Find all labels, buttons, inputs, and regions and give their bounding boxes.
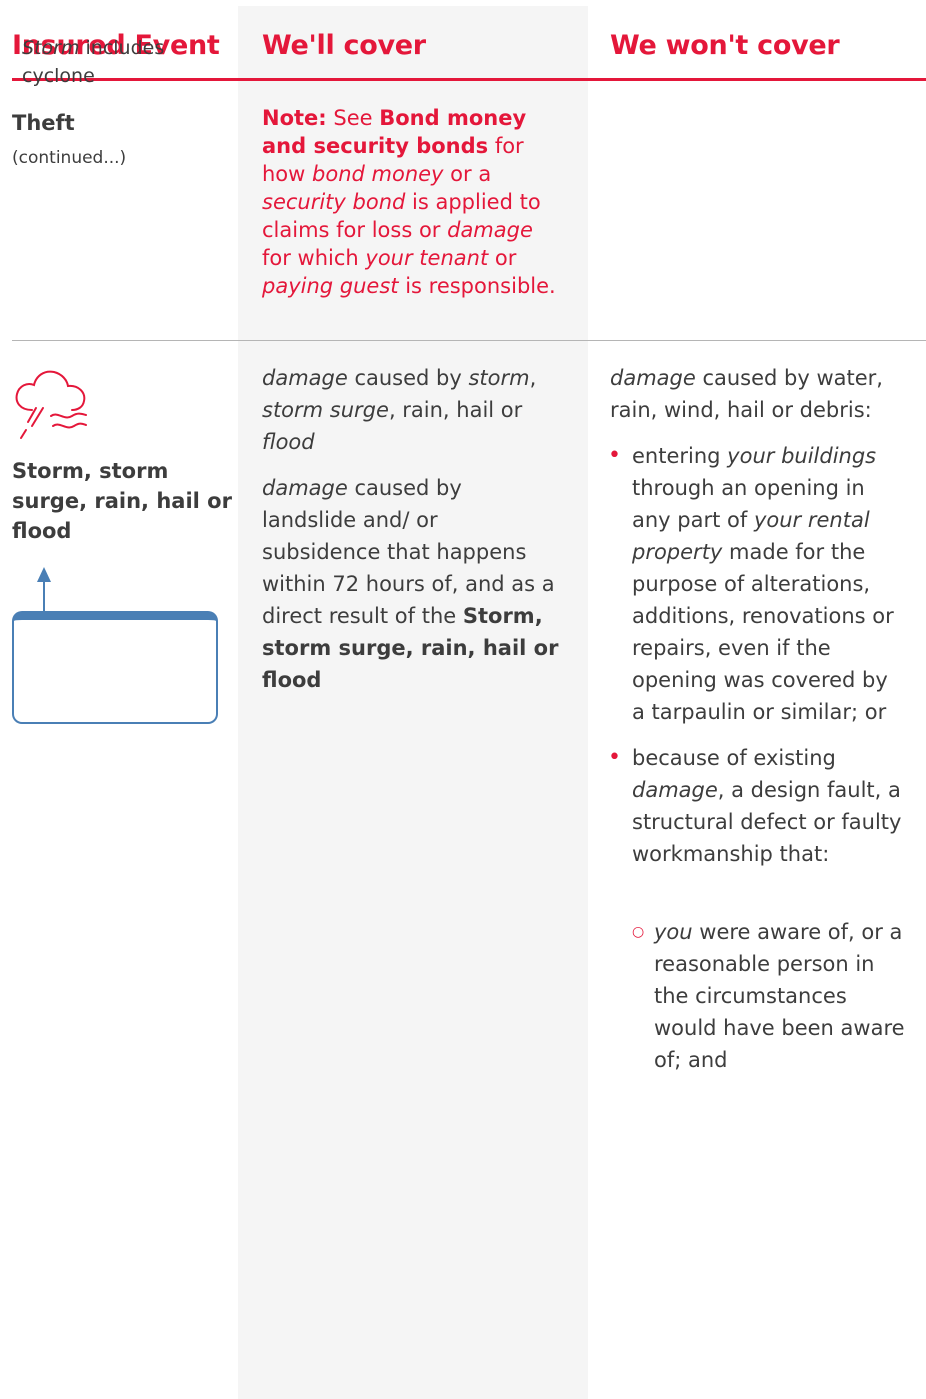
theft-subtitle: (continued...): [12, 148, 127, 168]
theft-title: Theft: [12, 111, 75, 135]
header-we-wont-cover: We won't cover: [610, 30, 840, 61]
storm-cloud-icon: [15, 370, 87, 439]
storm-wont-bullet-2: • because of existing damage, a design fa…: [608, 745, 902, 866]
storm-title: Storm, storm surge, rain, hail or flood: [12, 459, 232, 543]
storm-callout-box: [12, 611, 218, 724]
storm-callout-text: Storm includes cyclone: [22, 37, 165, 87]
storm-wont-bullet-1: • entering your buildings through an open…: [608, 443, 894, 724]
storm-wont-text: damage caused by water, rain, wind, hail…: [608, 362, 910, 1076]
storm-cover-item-1: damage caused by storm, storm surge, rai…: [262, 366, 537, 454]
callout-arrow-icon: [37, 567, 51, 582]
storm-cover-item-2: damage caused by landslide and/ or subsi…: [262, 476, 559, 692]
header-we-cover: We'll cover: [262, 30, 426, 61]
storm-wont-sublist: ○ you were aware of, or a reasonable pers…: [610, 916, 910, 1076]
theft-note: Note: See Bond money and security bonds …: [262, 106, 556, 298]
storm-wont-list: • entering your buildings through an open…: [608, 440, 910, 902]
storm-wont-intro: damage caused by water, rain, wind, hail…: [610, 366, 883, 422]
storm-wont-subbullet-1: ○ you were aware of, or a reasonable pers…: [632, 920, 905, 1072]
storm-cover-text: damage caused by storm, storm surge, rai…: [262, 362, 562, 696]
callout-arrow-line: [43, 582, 45, 614]
row-divider: [12, 340, 926, 341]
